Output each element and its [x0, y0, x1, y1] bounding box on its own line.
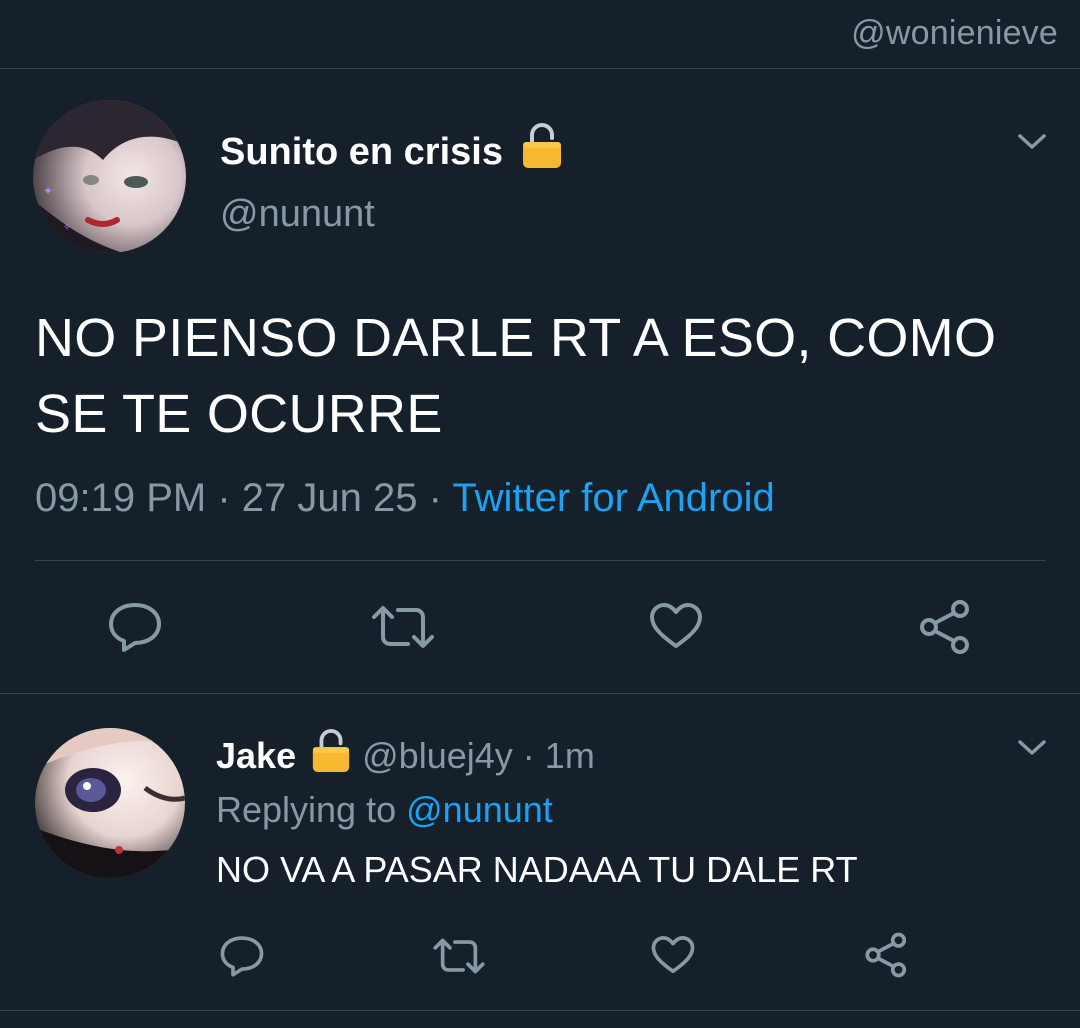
display-name[interactable]: Jake [216, 735, 296, 776]
reply-icon[interactable] [219, 934, 265, 978]
reply-text: NO VA A PASAR NADAAA TU DALE RT [216, 849, 858, 890]
tweet-text: NO PIENSO DARLE RT A ESO, COMO SE TE OCU… [35, 300, 996, 452]
tweet-time: 09:19 PM [35, 476, 207, 520]
meta-separator: · [522, 735, 535, 776]
avatar[interactable]: ✦ ✧ [33, 100, 186, 253]
svg-text:✧: ✧ [63, 222, 71, 233]
share-icon[interactable] [918, 599, 974, 655]
replying-handle-link[interactable]: @nununt [406, 789, 553, 830]
display-name[interactable]: Sunito en crisis [220, 131, 503, 173]
share-icon[interactable] [864, 932, 910, 978]
replying-to: Replying to @nununt [216, 788, 553, 832]
svg-text:✦: ✦ [43, 184, 53, 198]
reply-icon[interactable] [107, 600, 163, 654]
avatar[interactable] [35, 728, 185, 878]
retweet-icon[interactable] [370, 603, 436, 651]
handle[interactable]: @nununt [220, 192, 375, 236]
meta-separator: · [217, 476, 231, 520]
section-divider [0, 693, 1080, 694]
retweet-icon[interactable] [432, 936, 486, 976]
watermark-username: @wonienieve [851, 14, 1058, 52]
like-icon[interactable] [651, 935, 695, 975]
chevron-down-icon[interactable] [1017, 737, 1047, 759]
tweet-date: 27 Jun 25 [241, 476, 418, 520]
tweet-text-line: NO PIENSO DARLE RT A ESO, COMO [35, 308, 997, 368]
reply-age: 1m [544, 735, 595, 776]
lock-icon [520, 122, 564, 180]
reply-header: Jake @bluej4y · 1m [216, 728, 595, 784]
bottom-divider [0, 1010, 1080, 1011]
chevron-down-icon[interactable] [1017, 131, 1047, 153]
tweet-meta: 09:19 PM · 27 Jun 25 · Twitter for Andro… [35, 474, 775, 522]
meta-separator: · [428, 476, 442, 520]
header-divider [0, 68, 1080, 69]
handle[interactable]: @bluej4y [362, 735, 513, 776]
replying-prefix: Replying to [216, 789, 397, 830]
tweet-text-line: SE TE OCURRE [35, 384, 443, 444]
tweet-divider [35, 560, 1046, 561]
like-icon[interactable] [649, 602, 703, 650]
lock-icon [310, 728, 352, 784]
tweet-source-link[interactable]: Twitter for Android [452, 476, 774, 520]
